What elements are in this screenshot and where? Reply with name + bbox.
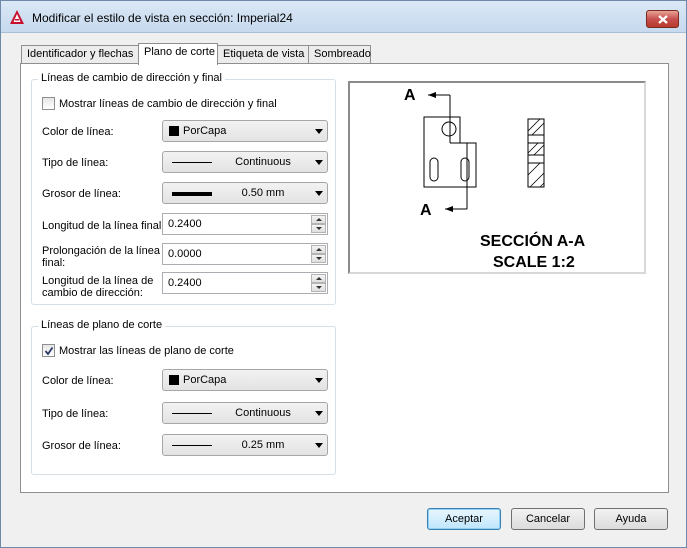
input-value: 0.2400 <box>168 277 202 289</box>
section-title: SECCIÓN A-A <box>480 233 586 250</box>
line-color-label: Color de línea: <box>42 375 114 387</box>
line-type-select[interactable]: Continuous <box>162 151 328 173</box>
spin-up-button[interactable] <box>311 215 326 224</box>
select-value: Continuous <box>235 156 291 168</box>
line-color-label: Color de línea: <box>42 126 114 138</box>
spin-down-button[interactable] <box>311 224 326 233</box>
select-value: 0.50 mm <box>241 187 285 199</box>
input-value: 0.2400 <box>168 218 202 230</box>
chevron-down-icon <box>315 411 323 416</box>
spin-up-button[interactable] <box>311 274 326 283</box>
tab-label: Plano de corte <box>144 46 215 58</box>
line-type-label: Tipo de línea: <box>42 157 109 169</box>
tab-label: Identificador y flechas <box>27 48 134 60</box>
select-value: Continuous <box>235 407 291 419</box>
title-bar[interactable]: Modificar el estilo de vista en sección:… <box>1 1 686 33</box>
checkmark-icon <box>44 346 54 356</box>
spinner <box>311 215 326 233</box>
chevron-down-icon <box>315 191 323 196</box>
section-label-bottom: A <box>420 202 432 219</box>
section-label-top: A <box>404 87 416 104</box>
close-icon <box>658 15 668 24</box>
color-swatch <box>169 126 179 136</box>
cp-line-color-select[interactable]: PorCapa <box>162 369 328 391</box>
spinner <box>311 245 326 263</box>
select-value: PorCapa <box>183 374 227 386</box>
dialog-window: Modificar el estilo de vista en sección:… <box>0 0 687 548</box>
chevron-down-icon <box>315 160 323 165</box>
window-title: Modificar el estilo de vista en sección:… <box>32 11 293 25</box>
input-value: 0.0000 <box>168 248 202 260</box>
bend-line-length-label-2: cambio de dirección: <box>42 287 143 299</box>
line-color-select[interactable]: PorCapa <box>162 120 328 142</box>
bend-line-length-label-1: Longitud de la línea de <box>42 275 154 287</box>
cancel-button[interactable]: Cancelar <box>511 508 585 530</box>
show-bend-lines-checkbox[interactable] <box>42 97 55 110</box>
ok-button[interactable]: Aceptar <box>427 508 501 530</box>
section-view <box>527 118 545 188</box>
line-weight-label: Grosor de línea: <box>42 188 121 200</box>
end-line-length-input[interactable]: 0.2400 <box>162 213 328 235</box>
end-line-length-label: Longitud de la línea final: <box>42 220 165 232</box>
cp-line-type-select[interactable]: Continuous <box>162 402 328 424</box>
group-bend-end-lines: Líneas de cambio de dirección y final Mo… <box>31 72 336 305</box>
spin-up-button[interactable] <box>311 245 326 254</box>
end-line-overshoot-input[interactable]: 0.0000 <box>162 243 328 265</box>
tab-etiqueta-de-vista[interactable]: Etiqueta de vista <box>217 45 309 64</box>
end-line-overshoot-label-1: Prolongación de la línea <box>42 245 161 257</box>
section-view-preview: A A SECCIÓN A-A SCALE 1:2 <box>348 81 646 274</box>
line-type-label: Tipo de línea: <box>42 408 109 420</box>
chevron-down-icon <box>315 129 323 134</box>
group-legend: Líneas de cambio de dirección y final <box>38 72 225 84</box>
autocad-logo-icon <box>10 10 24 24</box>
tab-plano-de-corte[interactable]: Plano de corte <box>138 43 218 65</box>
tab-sombreado[interactable]: Sombreado <box>308 45 371 64</box>
color-swatch <box>169 375 179 385</box>
spin-down-button[interactable] <box>311 254 326 263</box>
chevron-down-icon <box>315 443 323 448</box>
cp-line-weight-select[interactable]: 0.25 mm <box>162 434 328 456</box>
section-scale: SCALE 1:2 <box>493 254 575 271</box>
show-cutting-plane-checkbox[interactable] <box>42 344 55 357</box>
group-legend: Líneas de plano de corte <box>38 319 166 331</box>
spin-down-button[interactable] <box>311 283 326 292</box>
chevron-down-icon <box>315 378 323 383</box>
line-weight-label: Grosor de línea: <box>42 440 121 452</box>
select-value: 0.25 mm <box>241 439 285 451</box>
line-weight-select[interactable]: 0.50 mm <box>162 182 328 204</box>
checkbox-label: Mostrar las líneas de plano de corte <box>59 345 234 357</box>
spinner <box>311 274 326 292</box>
select-value: PorCapa <box>183 125 227 137</box>
bend-line-length-input[interactable]: 0.2400 <box>162 272 328 294</box>
group-cutting-plane-lines: Líneas de plano de corte Mostrar las lín… <box>31 319 336 475</box>
tab-identificador-flechas[interactable]: Identificador y flechas <box>21 45 139 64</box>
close-button[interactable] <box>646 10 679 28</box>
end-line-overshoot-label-2: final: <box>42 257 66 269</box>
tab-label: Etiqueta de vista <box>223 48 305 60</box>
checkbox-label: Mostrar líneas de cambio de dirección y … <box>59 98 277 110</box>
help-button[interactable]: Ayuda <box>594 508 668 530</box>
cutting-plane-line <box>428 92 468 212</box>
tab-label: Sombreado <box>314 48 371 60</box>
